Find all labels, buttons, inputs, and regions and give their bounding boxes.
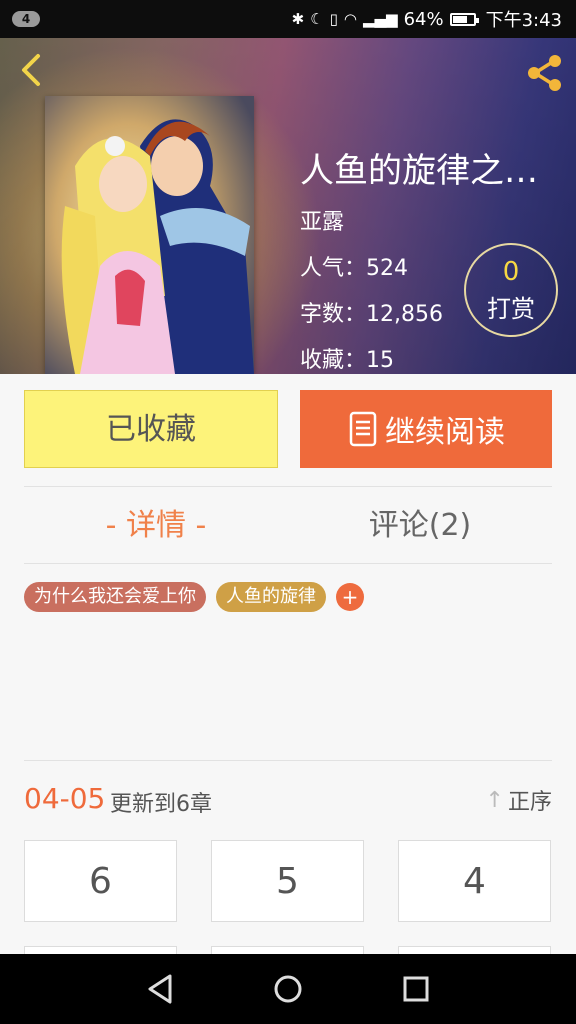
share-button[interactable] (524, 52, 566, 94)
add-tag-button[interactable]: + (336, 583, 364, 611)
book-author[interactable]: 亚露 (300, 204, 560, 236)
vibrate-icon: ▯ (329, 10, 338, 28)
signal-icon: ▂▄▆ (362, 10, 398, 28)
continue-reading-label: 继续阅读 (385, 415, 505, 450)
favorites-stat: 收藏：15 (300, 348, 395, 373)
book-title: 人鱼的旋律之… (300, 151, 538, 191)
recents-square-icon[interactable] (392, 966, 440, 1012)
chapter-button[interactable]: 4 (398, 840, 551, 922)
status-bar: 4 ✱ ☾ ▯ ◠ ▂▄▆ 64% 下午3:43 (0, 0, 576, 38)
sort-label: 正序 (507, 790, 552, 815)
collected-button[interactable]: 已收藏 (24, 390, 278, 468)
notification-badge: 4 (12, 11, 40, 27)
moon-icon: ☾ (310, 10, 324, 28)
system-nav-bar (0, 954, 576, 1024)
update-date: 04-05 (24, 782, 106, 815)
book-cover-image[interactable] (45, 96, 254, 374)
back-triangle-icon[interactable] (136, 966, 184, 1012)
divider (24, 486, 552, 487)
tag-item[interactable]: 为什么我还会爱上你 (24, 582, 206, 612)
wifi-icon: ◠ (343, 10, 357, 28)
battery-percent: 64% (403, 8, 444, 30)
reward-button[interactable]: 0 打赏 (464, 243, 558, 337)
tag-item[interactable]: 人鱼的旋律 (216, 582, 326, 612)
reward-count: 0 (502, 257, 520, 287)
divider (24, 563, 552, 564)
divider (24, 760, 552, 761)
book-icon (349, 411, 377, 447)
book-header: 人鱼的旋律之… 亚露 人气：524 字数：12,856 收藏：15 0 打赏 (0, 38, 576, 374)
reward-label: 打赏 (487, 295, 535, 323)
battery-icon (449, 12, 479, 26)
sort-button[interactable]: ↑ 正序 (486, 784, 552, 816)
chapter-button[interactable]: 6 (24, 840, 177, 922)
arrow-up-icon: ↑ (485, 787, 504, 813)
tab-detail[interactable]: - 详情 - (24, 490, 288, 562)
tag-list: 为什么我还会爱上你 人鱼的旋律 + (24, 582, 364, 612)
home-circle-icon[interactable] (264, 966, 312, 1012)
clock: 下午3:43 (485, 10, 562, 31)
tab-comments[interactable]: 评论(2) (288, 490, 552, 562)
continue-reading-button[interactable]: 继续阅读 (300, 390, 552, 468)
update-text: 更新到6章 (110, 792, 212, 817)
back-button[interactable] (14, 52, 50, 88)
chapter-button[interactable]: 5 (211, 840, 364, 922)
bluetooth-icon: ✱ (291, 10, 305, 28)
